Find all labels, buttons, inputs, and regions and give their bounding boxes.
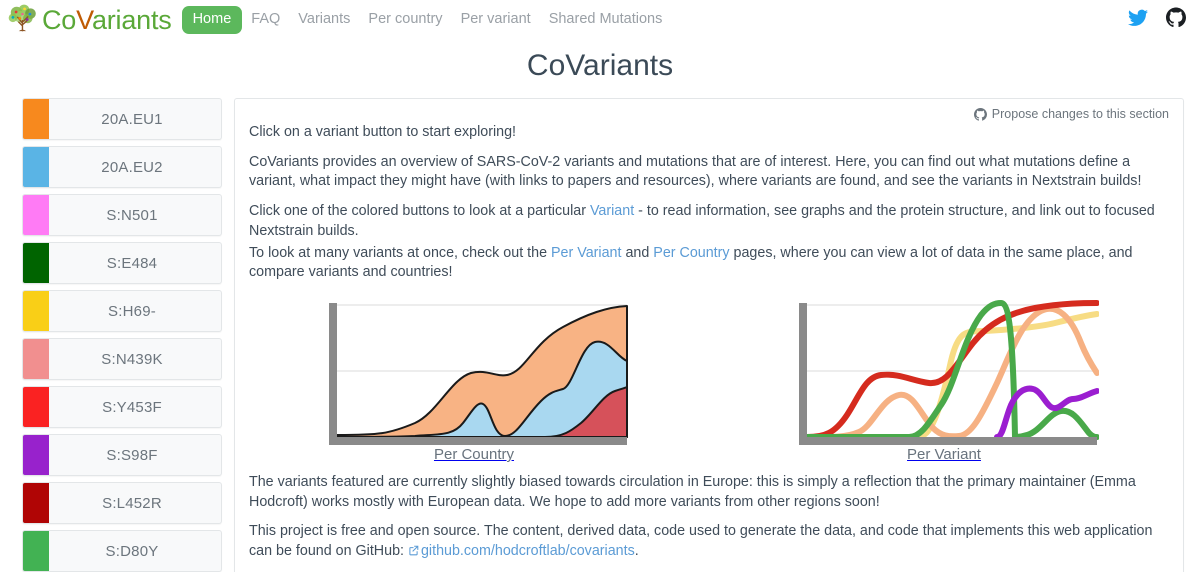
intro-text: Click on a variant button to start explo… — [249, 124, 517, 140]
github-icon[interactable] — [1166, 7, 1186, 33]
variant-label: S:Y453F — [102, 398, 162, 416]
variant-label: S:S98F — [106, 446, 158, 464]
nav-item-per-country[interactable]: Per country — [359, 7, 451, 32]
variant-color-swatch — [23, 99, 49, 139]
variant-button-20A-EU1[interactable]: 20A.EU1 — [22, 98, 222, 140]
overview-paragraph: CoVariants provides an overview of SARS-… — [249, 153, 1142, 190]
variant-label: S:E484 — [106, 254, 158, 272]
per-country-link[interactable]: Per Country — [653, 245, 729, 261]
external-link-icon — [408, 544, 419, 560]
page-layout: 20A.EU1 20A.EU2 S:N501 S:E484 S:H69- S:N… — [0, 98, 1200, 572]
variant-sidebar: 20A.EU1 20A.EU2 S:N501 S:E484 S:H69- S:N… — [16, 98, 222, 572]
navbar: CoVariants Home FAQ Variants Per country… — [0, 0, 1200, 40]
propose-changes-link[interactable]: Propose changes to this section — [973, 107, 1169, 121]
brand-text-co: Co — [42, 4, 77, 35]
main-content-card: Propose changes to this section Click on… — [234, 98, 1184, 572]
variant-label: 20A.EU2 — [101, 158, 163, 176]
nav-item-shared-mutations[interactable]: Shared Mutations — [540, 7, 672, 32]
twitter-icon[interactable] — [1128, 9, 1148, 31]
variant-instructions-pre: Click one of the colored buttons to look… — [249, 203, 590, 220]
variant-color-swatch — [23, 531, 49, 571]
brand-text-v: V — [76, 4, 92, 35]
brand-text-ariants: ariants — [91, 4, 172, 35]
open-source-pre: This project is free and open source. Th… — [249, 523, 1153, 560]
europe-bias-paragraph: The variants featured are currently slig… — [249, 474, 1136, 510]
per-variant-link[interactable]: Per Variant — [551, 245, 621, 261]
variant-button-S-L452R[interactable]: S:L452R — [22, 482, 222, 524]
figure-caption: Per Variant — [907, 446, 981, 464]
variant-button-S-D80Y[interactable]: S:D80Y — [22, 530, 222, 572]
variant-color-swatch — [23, 195, 49, 235]
nav-item-home[interactable]: Home — [181, 6, 243, 34]
per-country-thumbnail-chart — [329, 303, 628, 446]
many-variants-pre: To look at many variants at once, check … — [249, 244, 551, 261]
variant-color-swatch — [23, 339, 49, 379]
main-navigation: Home FAQ Variants Per country Per varian… — [181, 6, 672, 34]
open-source-paragraph: This project is free and open source. Th… — [249, 522, 1169, 562]
figure-thumbnails: Per Country Per Variant — [249, 295, 1169, 463]
figure-per-country[interactable]: Per Country — [319, 295, 629, 463]
variant-button-S-S98F[interactable]: S:S98F — [22, 434, 222, 476]
variant-label: S:N439K — [101, 350, 163, 368]
variant-color-swatch — [23, 243, 49, 283]
github-mark-icon — [973, 107, 987, 121]
variant-button-S-N501[interactable]: S:N501 — [22, 194, 222, 236]
variant-instructions-paragraph: Click one of the colored buttons to look… — [249, 202, 1169, 241]
variant-color-swatch — [23, 147, 49, 187]
many-variants-paragraph: To look at many variants at once, check … — [249, 244, 1169, 283]
brand-home-link[interactable]: CoVariants — [6, 3, 172, 37]
variant-link[interactable]: Variant — [590, 203, 634, 219]
nav-item-faq[interactable]: FAQ — [242, 7, 289, 32]
propose-changes-row: Propose changes to this section — [249, 107, 1169, 121]
variant-color-swatch — [23, 291, 49, 331]
social-links — [1128, 7, 1186, 33]
open-source-post: . — [634, 543, 639, 560]
figure-per-variant[interactable]: Per Variant — [789, 295, 1099, 463]
github-repo-link[interactable]: github.com/hodcroftlab/covariants — [421, 543, 635, 559]
nav-item-per-variant[interactable]: Per variant — [452, 7, 540, 32]
propose-changes-label: Propose changes to this section — [991, 107, 1169, 121]
tree-logo-icon — [6, 3, 40, 37]
variant-color-swatch — [23, 387, 49, 427]
variant-button-S-Y453F[interactable]: S:Y453F — [22, 386, 222, 428]
variant-label: S:L452R — [102, 494, 162, 512]
page-title: CoVariants — [526, 49, 674, 82]
variant-button-S-H69[interactable]: S:H69- — [22, 290, 222, 332]
variant-color-swatch — [23, 435, 49, 475]
variant-button-S-N439K[interactable]: S:N439K — [22, 338, 222, 380]
variant-label: 20A.EU1 — [101, 110, 163, 128]
many-variants-mid: and — [621, 244, 654, 261]
variant-label: S:N501 — [106, 206, 158, 224]
nav-item-variants[interactable]: Variants — [289, 7, 359, 32]
per-variant-thumbnail-chart — [799, 300, 1099, 446]
figure-caption: Per Country — [433, 446, 515, 464]
variant-label: S:D80Y — [105, 542, 159, 560]
variant-button-S-E484[interactable]: S:E484 — [22, 242, 222, 284]
variant-label: S:H69- — [108, 302, 156, 320]
brand-title: CoVariants — [42, 4, 172, 35]
variant-button-20A-EU2[interactable]: 20A.EU2 — [22, 146, 222, 188]
variant-color-swatch — [23, 483, 49, 523]
